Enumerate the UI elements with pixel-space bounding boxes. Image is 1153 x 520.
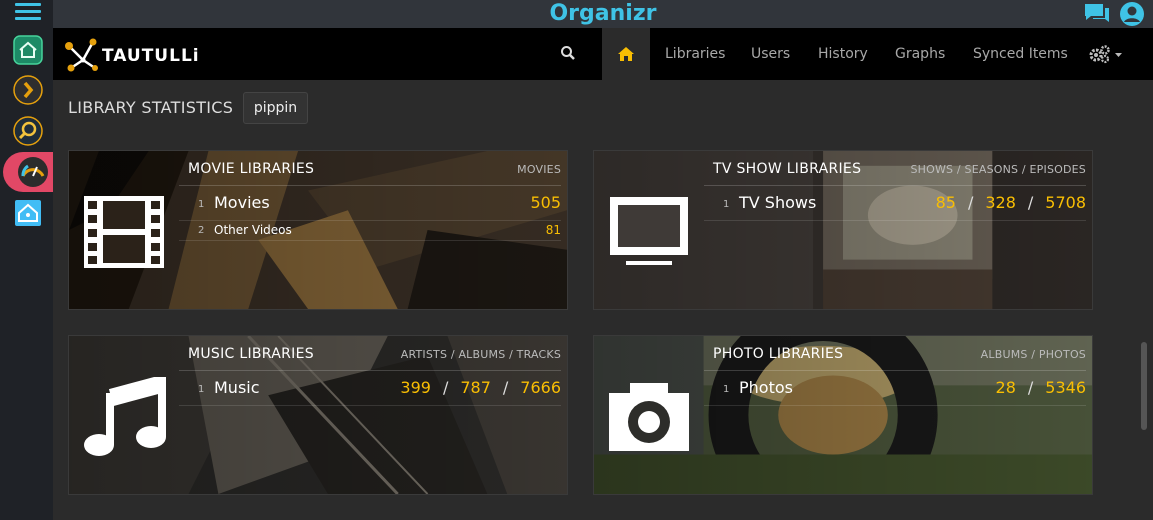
library-row[interactable]: 1 Photos 28 / 5346 [704,371,1086,406]
sidebar-item-tautulli[interactable] [3,152,53,192]
library-count: 505 [530,193,561,212]
separator: / [502,378,509,397]
gears-dropdown-icon [1089,45,1122,64]
card-subtitle: SHOWS / SEASONS / EPISODES [910,163,1086,176]
photo-libraries-card: PHOTO LIBRARIES ALBUMS / PHOTOS 1 Photos… [593,335,1093,495]
tautulli-icon [18,157,48,187]
home-icon [618,47,634,61]
separator: / [442,378,449,397]
nav-home[interactable] [602,28,650,80]
album-count: 787 [460,378,491,397]
movie-libraries-card: MOVIE LIBRARIES MOVIES 1 Movies 505 2 Ot… [68,150,568,310]
main-content: LIBRARY STATISTICS pippin MOVIE LIBRARIE… [53,80,1153,520]
home-assistant-icon [15,200,41,226]
row-rank: 1 [198,199,205,210]
music-note-icon [81,374,167,460]
card-title: MOVIE LIBRARIES [188,161,315,177]
library-name[interactable]: Photos [739,378,793,397]
tv-icon [606,189,692,275]
menu-icon[interactable] [15,3,41,25]
page-title: LIBRARY STATISTICS [68,98,234,117]
user-account-icon[interactable] [1119,1,1145,27]
tautulli-logo-icon[interactable] [61,36,101,74]
ombi-icon [13,116,43,146]
library-row[interactable]: 1 TV Shows 85 / 328 / 5708 [704,186,1086,221]
camera-icon [606,374,692,460]
nav-graphs[interactable]: Graphs [895,28,945,80]
episode-count: 5708 [1045,193,1086,212]
nav-synced-items[interactable]: Synced Items [973,28,1068,80]
row-rank: 1 [723,199,730,210]
library-row[interactable]: 1 Movies 505 [179,186,561,221]
album-count: 28 [995,378,1016,397]
card-subtitle: ARTISTS / ALBUMS / TRACKS [400,348,561,361]
search-icon[interactable] [560,45,576,61]
library-row[interactable]: 2 Other Videos 81 [179,221,561,241]
row-rank: 1 [723,384,730,395]
home-icon [13,35,43,65]
organizr-sidebar [0,0,53,520]
card-subtitle: MOVIES [517,163,561,176]
separator: / [967,193,974,212]
sidebar-item-plex[interactable] [12,74,44,106]
separator: / [1027,378,1034,397]
photo-count: 5346 [1045,378,1086,397]
season-count: 328 [985,193,1016,212]
card-subtitle: ALBUMS / PHOTOS [980,348,1086,361]
chat-icon[interactable] [1083,2,1111,26]
library-row[interactable]: 1 Music 399 / 787 / 7666 [179,371,561,406]
nav-history[interactable]: History [818,28,868,80]
music-libraries-card: MUSIC LIBRARIES ARTISTS / ALBUMS / TRACK… [68,335,568,495]
row-rank: 1 [198,384,205,395]
settings-menu[interactable] [1088,44,1124,68]
organizr-header: Organizr [53,0,1153,28]
artist-count: 399 [400,378,431,397]
user-selector-button[interactable]: pippin [243,92,308,124]
library-name[interactable]: Movies [214,193,270,212]
tautulli-navbar: TAUTULLi Libraries Users History Graphs … [53,28,1153,80]
nav-libraries[interactable]: Libraries [665,28,725,80]
separator: / [1027,193,1034,212]
card-title: MUSIC LIBRARIES [188,346,314,362]
library-name[interactable]: Music [214,378,260,397]
film-icon [81,189,167,275]
tv-show-libraries-card: TV SHOW LIBRARIES SHOWS / SEASONS / EPIS… [593,150,1093,310]
library-count: 81 [545,223,561,237]
row-rank: 2 [198,225,205,236]
scrollbar[interactable] [1141,342,1147,430]
library-name[interactable]: TV Shows [739,193,816,212]
library-name[interactable]: Other Videos [214,223,292,237]
show-count: 85 [935,193,956,212]
organizr-brand[interactable]: Organizr [53,0,1153,28]
nav-users[interactable]: Users [751,28,790,80]
sidebar-item-home-assistant[interactable] [12,197,44,229]
sidebar-item-ombi[interactable] [12,115,44,147]
tautulli-logo-text[interactable]: TAUTULLi [102,46,200,66]
card-title: TV SHOW LIBRARIES [713,161,862,177]
plex-icon [13,75,43,105]
track-count: 7666 [520,378,561,397]
card-title: PHOTO LIBRARIES [713,346,844,362]
sidebar-item-home[interactable] [12,34,44,66]
